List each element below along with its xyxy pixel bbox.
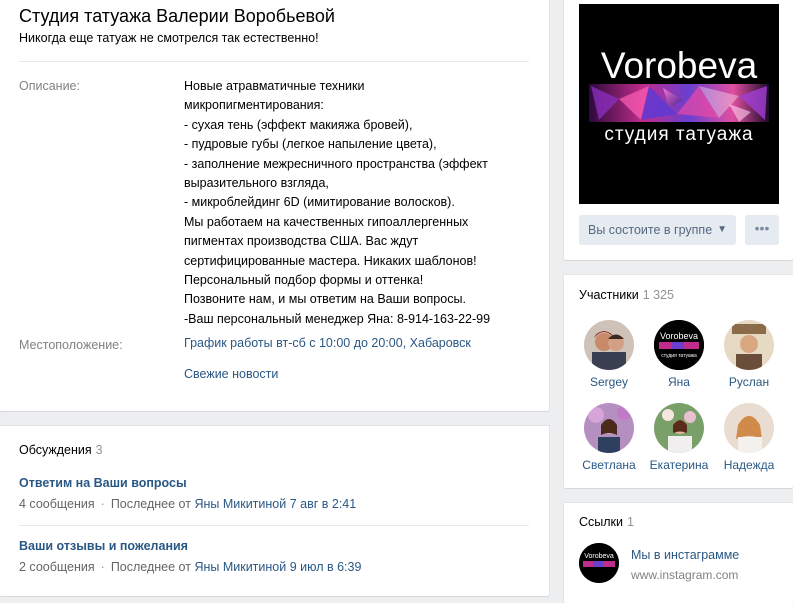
member-item[interactable]: Надежда	[714, 403, 784, 472]
topic-last-author[interactable]: Яны Микитиной	[194, 560, 286, 574]
description-line: - сухая тень (эффект макияжа бровей),	[184, 117, 413, 132]
links-card: Ссылки 1 Vorobeva Мы в инстаграмме www.in…	[564, 503, 793, 603]
topic-title[interactable]: Ответим на Ваши вопросы	[19, 476, 187, 490]
member-name: Светлана	[582, 458, 636, 472]
avatar	[724, 320, 774, 370]
avatar	[584, 320, 634, 370]
topic-last-prefix: Последнее от	[110, 497, 191, 511]
avatar-brand-text: Vorobeva	[660, 331, 698, 341]
separator-dot: ·	[100, 497, 105, 511]
topic-meta: 4 сообщения · Последнее от Яны Микитиной 7…	[19, 497, 356, 511]
link-thumbnail[interactable]: Vorobeva	[579, 543, 619, 583]
separator-dot: ·	[100, 560, 105, 574]
cover-subtitle-text: студия татуажа	[604, 124, 753, 145]
description-line: выразительного взгляда,	[184, 176, 329, 191]
member-item[interactable]: Екатерина	[644, 403, 714, 472]
description-line: микропигментирования:	[184, 98, 324, 113]
topic-last-author[interactable]: Яны Микитиной	[194, 497, 286, 511]
page-title: Студия татуажа Валерии Воробьевой	[19, 6, 335, 26]
discussions-card: Обсуждения 3 Ответим на Ваши вопросы 4 со…	[0, 426, 549, 596]
cover-art: Vorobeva студия татуажа	[589, 45, 769, 145]
discussions-title: Обсуждения	[19, 443, 92, 457]
description-text: Новые атравматичные техники микропигмент…	[184, 77, 529, 329]
member-name: Sergey	[589, 375, 629, 389]
avatar	[724, 403, 774, 453]
members-title: Участники	[579, 288, 639, 302]
description-line: Персональный подбор формы и оттенка!	[184, 273, 424, 288]
description-line: - микроблейдинг 6D (имитирование волоско…	[184, 195, 455, 210]
discussions-header[interactable]: Обсуждения 3	[19, 443, 103, 457]
member-name: Екатерина	[649, 458, 709, 472]
membership-label: Вы состоите в группе	[588, 223, 713, 237]
topic-message-count: 2 сообщения	[19, 560, 95, 574]
members-header[interactable]: Участники 1 325	[579, 288, 674, 302]
discussions-count: 3	[95, 443, 103, 457]
description-label: Описание:	[19, 79, 80, 93]
news-link[interactable]: Свежие новости	[184, 367, 278, 381]
description-line: Позвоните нам, и мы ответим на Ваши вопр…	[184, 292, 466, 307]
topic-last-date[interactable]: 9 июл в 6:39	[290, 560, 362, 574]
link-thumb-brand-text: Vorobeva	[584, 553, 614, 560]
member-item[interactable]: Руслан	[714, 320, 784, 389]
links-header[interactable]: Ссылки 1	[579, 515, 634, 529]
member-name: Яна	[668, 375, 690, 389]
membership-button[interactable]: Вы состоите в группе ▼	[579, 215, 736, 245]
description-line: - пудровые губы (легкое напыление цвета)…	[184, 137, 437, 152]
more-dots-icon: •••	[754, 220, 770, 236]
location-label: Местоположение:	[19, 338, 123, 352]
topic-title[interactable]: Ваши отзывы и пожелания	[19, 539, 188, 553]
description-line: Мы работаем на качественных гипоаллерген…	[184, 214, 469, 229]
chevron-down-icon: ▼	[717, 224, 727, 235]
description-line: -Ваш персональный менеджер Яна: 8-914-16…	[184, 311, 491, 326]
description-line: - заполнение межресничного пространства …	[184, 156, 488, 171]
links-count: 1	[627, 515, 634, 529]
group-info-card: Студия татуажа Валерии Воробьевой Никогд…	[0, 0, 549, 411]
more-actions-button[interactable]: •••	[745, 215, 779, 245]
links-title: Ссылки	[579, 515, 624, 529]
topic-meta: 2 сообщения · Последнее от Яны Микитиной 9…	[19, 560, 361, 574]
group-cover-image[interactable]: Vorobeva студия татуажа	[579, 4, 779, 204]
group-status: Никогда еще татуаж не смотрелся так есте…	[19, 31, 319, 45]
divider	[19, 61, 529, 62]
cover-brand-text: Vorobeva	[601, 45, 758, 86]
avatar	[584, 403, 634, 453]
avatar	[654, 403, 704, 453]
member-item[interactable]: Vorobeva студия татуажа Яна	[644, 320, 714, 389]
description-line: сертифицированные мастера. Никаких шабло…	[184, 253, 477, 268]
members-card: Участники 1 325 Sergey Vorobeva студия тат…	[564, 275, 793, 488]
members-count: 1 325	[642, 288, 674, 302]
location-link[interactable]: График работы вт-сб с 10:00 до 20:00, Ха…	[184, 336, 471, 350]
member-name: Руслан	[728, 375, 770, 389]
avatar-subtitle-text: студия татуажа	[661, 353, 697, 359]
link-url: www.instagram.com	[631, 568, 739, 582]
avatar: Vorobeva студия татуажа	[654, 320, 704, 370]
divider	[19, 525, 529, 526]
topic-message-count: 4 сообщения	[19, 497, 95, 511]
member-item[interactable]: Sergey	[574, 320, 644, 389]
member-item[interactable]: Светлана	[574, 403, 644, 472]
description-line: пигментах производства США. Вас ждут	[184, 234, 419, 249]
description-line: Новые атравматичные техники	[184, 79, 365, 93]
topic-last-date[interactable]: 7 авг в 2:41	[290, 497, 357, 511]
link-title[interactable]: Мы в инстаграмме	[631, 548, 739, 562]
cover-card: Vorobeva студия татуажа Вы состоите в гр…	[564, 0, 793, 260]
member-name: Надежда	[723, 458, 775, 472]
topic-last-prefix: Последнее от	[110, 560, 191, 574]
